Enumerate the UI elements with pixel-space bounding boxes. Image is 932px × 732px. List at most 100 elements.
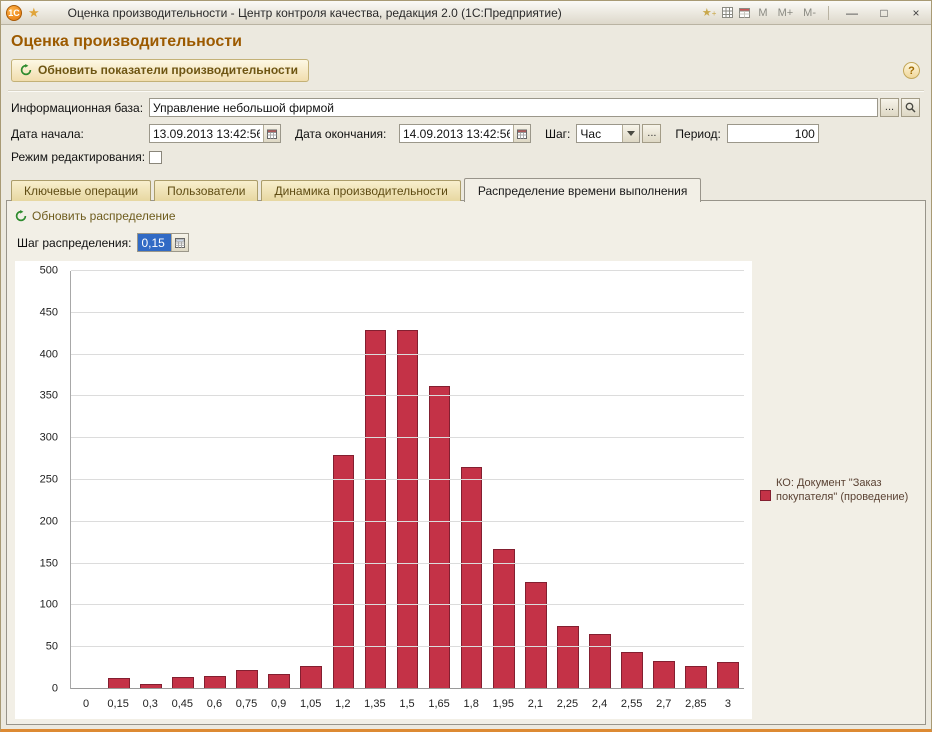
plot-area [70,270,744,689]
refresh-distribution-button[interactable]: Обновить распределение [15,209,176,223]
x-axis: 0 0,15 0,3 0,45 0,6 0,75 0,9 1,05 1,2 1,35 1,5 1,65… [70,698,744,714]
infobase-label: Информационная база: [11,100,144,115]
refresh-distribution-label: Обновить распределение [32,209,176,223]
bar-1,95[interactable] [492,549,515,689]
refresh-indicators-button[interactable]: Обновить показатели производительности [11,59,309,82]
x-axis-label: 0,15 [107,698,129,710]
tab-users[interactable]: Пользователи [154,180,259,201]
legend-marker [760,489,771,501]
bar-0,6[interactable] [204,675,227,689]
x-axis-label: 2,7 [656,698,672,710]
infobase-search-button[interactable] [901,98,920,117]
edit-mode-checkbox[interactable] [149,150,162,164]
date-end-input[interactable] [400,125,513,142]
date-start-calendar-button[interactable] [263,125,280,142]
x-axis-label: 2,55 [620,698,643,710]
bar-2,25[interactable] [556,626,579,689]
bar-slot [648,271,680,689]
distribution-step-row: Шаг распределения: [17,233,917,252]
y-axis-tick: 50 [45,640,58,653]
infobase-input[interactable] [150,99,877,116]
y-axis-tick: 300 [39,431,58,444]
calculator-button[interactable] [171,234,189,251]
calendar-icon[interactable] [739,7,751,18]
date-end-field [399,124,531,143]
date-end-label: Дата окончания: [295,126,387,141]
x-axis-label: 1,95 [492,698,514,710]
date-start-field [149,124,281,143]
bar-3[interactable] [717,662,739,689]
infobase-field [149,98,878,117]
bar-0,75[interactable] [236,669,259,689]
period-input[interactable] [727,125,818,142]
step-combo-dropdown-button[interactable] [622,125,640,142]
edit-mode-row: Режим редактирования: [11,150,920,164]
bar-slot [456,271,488,689]
tab-strip: Ключевые операции Пользователи Динамика … [11,177,926,202]
bar-slot [295,271,327,689]
bar-slot [520,271,552,689]
refresh-icon [15,210,27,222]
step-label: Шаг: [545,126,571,141]
y-axis-tick: 500 [39,264,58,277]
tab-key-operations[interactable]: Ключевые операции [11,180,152,201]
y-axis-tick: 100 [39,598,58,611]
bar-chart: 0 50 100 150 200 250 300 350 400 450 500 0 0,15 0,3 0… [15,261,752,719]
memory-m-minus-button[interactable]: M- [801,7,818,19]
date-start-input[interactable] [150,125,263,142]
gridline [71,604,744,606]
bar-2,55[interactable] [620,652,643,689]
distribution-step-input[interactable] [138,234,172,251]
bar-2,4[interactable] [588,633,611,689]
bar-2,7[interactable] [652,661,675,689]
bar-1,35[interactable] [364,329,387,689]
distribution-step-field [137,233,190,252]
y-axis-tick: 250 [39,473,58,486]
main-content: Оценка производительности Обновить показ… [1,25,931,729]
bar-1,05[interactable] [300,665,323,689]
x-axis-label: 0,3 [142,698,158,710]
bar-slot [488,271,520,689]
x-axis-label: 2,25 [556,698,579,710]
memory-m-plus-button[interactable]: M+ [776,7,796,19]
help-button[interactable]: ? [903,62,920,79]
close-button[interactable]: × [903,4,929,22]
x-axis-label: 1,35 [364,698,386,710]
legend-label: КО: Документ "Заказ покупателя" (проведе… [776,476,909,503]
bar-slot [616,271,648,689]
window-title: Оценка производительности - Центр контро… [67,5,562,20]
bar-slot [135,271,167,689]
bar-1,5[interactable] [396,329,419,689]
step-combo-input[interactable] [577,125,623,142]
bar-slot [327,271,359,689]
star-add-icon[interactable]: ★+ [702,6,717,19]
infobase-choose-button[interactable]: ... [880,98,899,117]
toolbar-divider [8,90,924,92]
tab-execution-time-distribution[interactable]: Распределение времени выполнения [463,178,702,202]
bar-slot [103,271,135,689]
tab-performance-dynamics[interactable]: Динамика производительности [261,180,461,201]
title-bar: 1С ★ Оценка производительности - Центр к… [1,1,931,25]
y-axis-tick: 200 [39,515,58,528]
memory-m-button[interactable]: M [756,7,769,19]
grid-icon[interactable] [722,7,734,18]
gridline [71,353,744,355]
app-window: 1С ★ Оценка производительности - Центр к… [0,0,932,732]
infobase-row: Информационная база: ... [11,98,920,117]
bar-slot [199,271,231,689]
minimize-button[interactable]: — [839,4,865,22]
favorites-star-icon[interactable]: ★ [28,6,40,19]
gridline [71,688,744,689]
maximize-button[interactable]: □ [871,4,897,22]
x-axis-label: 1,2 [335,698,351,710]
bar-1,8[interactable] [460,467,483,689]
bar-1,65[interactable] [428,385,451,689]
bar-2,1[interactable] [524,582,547,689]
date-end-calendar-button[interactable] [513,125,530,142]
bar-2,85[interactable] [685,665,707,689]
bar-1,2[interactable] [332,454,355,689]
step-choose-button[interactable]: ... [642,124,662,143]
refresh-icon [20,64,32,76]
bar-slot [424,271,456,689]
bar-0,9[interactable] [268,673,291,689]
